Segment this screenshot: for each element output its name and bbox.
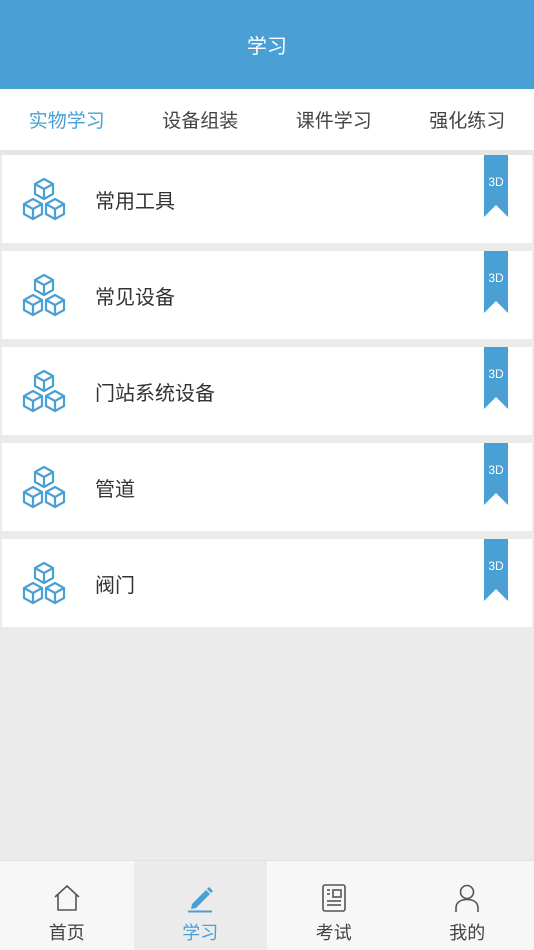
tab-bar: 实物学习 设备组装 课件学习 强化练习 (0, 89, 534, 150)
page-title: 学习 (247, 34, 287, 58)
category-list: 常用工具 3D 常见设备 3D 门站系统设备 3D 管道 3D 阀门 3D (0, 155, 534, 635)
item-label: 管道 (95, 476, 135, 501)
tab-equipment-assembly[interactable]: 设备组装 (134, 89, 268, 150)
item-label: 阀门 (95, 572, 135, 597)
list-item[interactable]: 阀门 3D (2, 539, 532, 627)
list-item[interactable]: 常见设备 3D (2, 251, 532, 339)
nav-label: 学习 (182, 923, 219, 944)
tab-intensive-practice[interactable]: 强化练习 (401, 89, 534, 150)
item-label: 常用工具 (95, 188, 175, 213)
item-label: 常见设备 (95, 284, 175, 309)
cubes-icon (20, 177, 68, 221)
3d-badge: 3D (484, 251, 508, 313)
nav-study[interactable]: 学习 (133, 861, 267, 950)
pen-icon (188, 887, 214, 913)
tab-physical-study[interactable]: 实物学习 (0, 89, 134, 150)
nav-label: 首页 (48, 923, 85, 944)
3d-badge: 3D (484, 539, 508, 601)
list-item[interactable]: 管道 3D (2, 443, 532, 531)
cubes-icon (20, 561, 68, 605)
cubes-icon (20, 369, 68, 413)
list-item[interactable]: 常用工具 3D (2, 155, 532, 243)
nav-label: 考试 (315, 923, 352, 944)
3d-badge: 3D (484, 155, 508, 217)
cubes-icon (20, 465, 68, 509)
item-label: 门站系统设备 (95, 380, 215, 405)
nav-mine[interactable]: 我的 (401, 861, 534, 950)
bottom-nav: 首页 学习 考试 我的 (0, 860, 534, 950)
3d-badge: 3D (484, 347, 508, 409)
user-icon (455, 884, 480, 912)
3d-badge: 3D (484, 443, 508, 505)
nav-label: 我的 (449, 923, 486, 944)
tab-courseware-study[interactable]: 课件学习 (267, 89, 401, 150)
exam-icon (321, 884, 346, 912)
nav-exam[interactable]: 考试 (267, 861, 401, 950)
cubes-icon (20, 273, 68, 317)
nav-home[interactable]: 首页 (0, 861, 134, 950)
app-header: 学习 (0, 0, 534, 89)
list-item[interactable]: 门站系统设备 3D (2, 347, 532, 435)
home-icon (54, 885, 80, 911)
